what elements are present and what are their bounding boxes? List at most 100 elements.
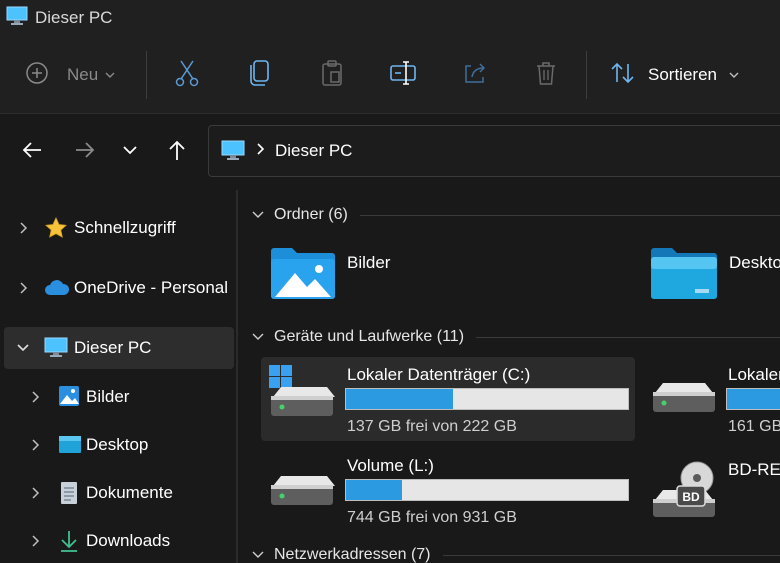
bluray-drive-icon: BD <box>651 460 717 525</box>
drive-item-second[interactable]: Lokaler 161 GB <box>650 357 780 441</box>
folder-name: Bilder <box>347 253 391 272</box>
share-button[interactable] <box>459 60 491 90</box>
star-icon <box>44 216 68 245</box>
new-button[interactable]: Neu <box>24 58 115 92</box>
address-bar[interactable]: Dieser PC <box>208 125 780 177</box>
cut-button[interactable] <box>171 60 203 90</box>
forward-button[interactable] <box>70 138 100 166</box>
group-header-drives[interactable]: Geräte und Laufwerke (11) <box>252 328 780 346</box>
share-icon <box>462 60 488 91</box>
chevron-right-icon[interactable] <box>30 520 40 562</box>
drive-name: Lokaler <box>728 365 780 384</box>
download-icon <box>59 529 79 558</box>
group-header-label: Ordner (6) <box>274 206 348 223</box>
chevron-down-icon <box>252 546 264 563</box>
navigation-bar: Dieser PC <box>0 114 780 190</box>
toolbar-divider <box>146 51 147 99</box>
sidebar-item-label: Schnellzugriff <box>74 218 176 237</box>
drive-usage-bar <box>726 388 780 410</box>
group-header-label: Netzwerkadressen (7) <box>274 546 431 563</box>
sidebar-item-label: Desktop <box>86 435 149 454</box>
chevron-down-icon <box>252 206 264 224</box>
cloud-icon <box>44 279 70 302</box>
drive-usage-bar <box>345 479 629 501</box>
chevron-right-icon[interactable] <box>30 376 40 418</box>
drive-free-space: 744 GB frei von 931 GB <box>347 509 517 526</box>
clipboard-icon <box>320 59 344 92</box>
arrow-right-icon <box>74 140 96 165</box>
sort-button-label: Sortieren <box>648 65 717 84</box>
pictures-folder-icon <box>271 247 335 304</box>
sidebar-item-dieser-pc[interactable]: Dieser PC <box>4 327 234 369</box>
back-button[interactable] <box>17 138 47 166</box>
command-bar: Neu Sortieren <box>0 36 780 114</box>
chevron-down-icon <box>729 66 739 84</box>
new-button-label: Neu <box>67 65 99 84</box>
navigation-pane: Schnellzugriff OneDrive - Personal Diese… <box>0 190 236 563</box>
sidebar-item-label: OneDrive - Personal <box>74 278 229 297</box>
chevron-down-icon <box>122 143 138 161</box>
sidebar-item-label: Dokumente <box>86 483 173 502</box>
chevron-down-icon[interactable] <box>16 327 30 369</box>
group-header-network[interactable]: Netzwerkadressen (7) <box>252 546 780 563</box>
drive-free-space: 137 GB frei von 222 GB <box>347 418 517 435</box>
delete-button[interactable] <box>530 60 562 90</box>
recent-locations-button[interactable] <box>115 138 145 166</box>
title-bar: Dieser PC <box>0 0 780 36</box>
breadcrumb-item[interactable]: Dieser PC <box>275 141 352 161</box>
scissors-icon <box>174 59 200 92</box>
svg-text:BD: BD <box>682 490 700 504</box>
drive-item-bd-re[interactable]: BD BD-RE <box>650 450 780 534</box>
drive-usage-bar <box>345 388 629 410</box>
hard-drive-icon <box>269 474 335 515</box>
rename-button[interactable] <box>387 60 419 90</box>
computer-icon <box>44 337 68 364</box>
drive-item-l[interactable]: Volume (L:) 744 GB frei von 931 GB <box>261 450 635 534</box>
drive-usage-fill <box>346 480 403 500</box>
folder-item-desktop[interactable]: Desktop <box>650 244 780 308</box>
chevron-right-icon[interactable] <box>30 472 40 514</box>
drive-item-c[interactable]: Lokaler Datenträger (C:) 137 GB frei von… <box>261 357 635 441</box>
group-divider <box>476 336 780 338</box>
copy-icon <box>248 59 272 92</box>
copy-button[interactable] <box>244 59 276 92</box>
chevron-right-icon[interactable] <box>18 267 28 309</box>
group-header-label: Geräte und Laufwerke (11) <box>274 328 465 345</box>
group-divider <box>359 214 780 216</box>
trash-icon <box>534 60 558 91</box>
sidebar-item-bilder[interactable]: Bilder <box>4 376 234 418</box>
up-button[interactable] <box>162 138 192 166</box>
toolbar-divider <box>586 51 587 99</box>
desktop-icon <box>58 435 82 460</box>
drive-usage-fill <box>346 389 454 409</box>
file-list: Ordner (6) Bilder Desktop <box>238 190 780 563</box>
window-title: Dieser PC <box>35 8 113 27</box>
sidebar-item-label: Dieser PC <box>74 338 152 357</box>
folder-name: Desktop <box>729 253 780 272</box>
hard-drive-icon <box>651 381 717 422</box>
documents-icon <box>60 481 78 510</box>
group-divider <box>442 554 780 556</box>
sidebar-item-label: Downloads <box>86 531 171 550</box>
pictures-icon <box>58 385 80 412</box>
arrow-up-icon <box>166 139 188 166</box>
drive-name: Lokaler Datenträger (C:) <box>347 365 531 384</box>
sidebar-item-desktop[interactable]: Desktop <box>4 424 234 466</box>
windows-drive-icon <box>269 365 335 426</box>
sidebar-item-downloads[interactable]: Downloads <box>4 520 234 562</box>
arrow-left-icon <box>21 140 43 165</box>
paste-button[interactable] <box>316 59 348 92</box>
drive-name: BD-RE <box>728 460 780 479</box>
group-header-folders[interactable]: Ordner (6) <box>252 206 780 224</box>
chevron-right-icon[interactable] <box>18 207 28 249</box>
chevron-right-icon[interactable] <box>30 424 40 466</box>
folder-item-bilder[interactable]: Bilder <box>268 244 568 308</box>
drive-name: Volume (L:) <box>347 456 434 475</box>
computer-icon <box>221 140 245 167</box>
sidebar-item-dokumente[interactable]: Dokumente <box>4 472 234 514</box>
rename-icon <box>389 60 417 91</box>
sort-button[interactable]: Sortieren <box>610 60 739 90</box>
sidebar-item-label: Bilder <box>86 387 130 406</box>
sidebar-item-schnellzugriff[interactable]: Schnellzugriff <box>4 207 234 249</box>
sidebar-item-onedrive[interactable]: OneDrive - Personal <box>4 267 234 309</box>
